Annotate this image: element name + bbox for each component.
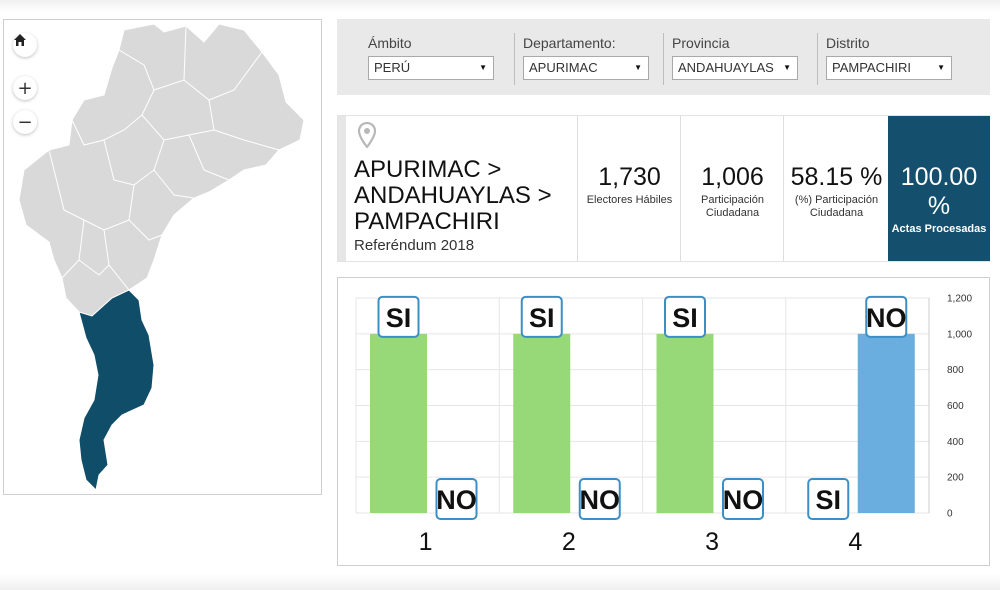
x-category-label: 3	[705, 528, 719, 556]
results-bar-chart: 02004006008001,0001,200SINO1SINO2SINO3SI…	[355, 294, 972, 556]
filter-label: Departamento:	[523, 35, 616, 51]
bar-si[interactable]	[370, 333, 427, 513]
district-map[interactable]	[4, 20, 321, 494]
bottom-shadow-band	[0, 574, 1000, 590]
filter-provincia: Provincia ANDAHUAYLAS ▼	[663, 33, 798, 85]
stat-label-line-2: Ciudadana	[809, 207, 864, 219]
filter-label: Distrito	[826, 35, 870, 51]
zoom-out-button[interactable]: −	[13, 110, 37, 134]
stat-label: Electores Hábiles	[586, 194, 673, 206]
y-tick-label: 600	[947, 401, 964, 412]
x-category-label: 4	[848, 528, 862, 556]
stat-label-line-1: (%) Participación	[794, 194, 879, 206]
minus-icon: −	[17, 111, 33, 133]
option-badge-label: NO	[723, 485, 764, 515]
dropdown-caret-icon: ▼	[634, 63, 642, 72]
y-tick-label: 1,200	[947, 294, 972, 305]
select-value: PAMPACHIRI	[832, 60, 911, 75]
stat-label-line-2: Ciudadana	[705, 207, 760, 219]
y-tick-label: 0	[947, 509, 953, 520]
provincia-select[interactable]: ANDAHUAYLAS ▼	[672, 56, 798, 80]
map-panel[interactable]: + −	[3, 19, 322, 495]
y-tick-label: 200	[947, 473, 964, 484]
select-value: APURIMAC	[529, 60, 598, 75]
filter-label: Provincia	[672, 35, 730, 51]
y-tick-label: 400	[947, 437, 964, 448]
dropdown-caret-icon: ▼	[783, 63, 791, 72]
option-badge-label: SI	[529, 303, 555, 333]
home-button[interactable]	[13, 33, 37, 57]
stat-value: 1,730	[598, 163, 661, 191]
filter-departamento: Departamento: APURIMAC ▼	[514, 33, 649, 85]
dropdown-caret-icon: ▼	[479, 63, 487, 72]
dropdown-caret-icon: ▼	[937, 63, 945, 72]
bar-si[interactable]	[656, 333, 714, 513]
x-category-label: 1	[419, 528, 433, 556]
plus-icon: +	[17, 77, 33, 99]
stat-label-line-1: Participación	[701, 194, 764, 206]
stat-electores-habiles: 1,730 Electores Hábiles	[577, 116, 681, 261]
y-tick-label: 800	[947, 365, 964, 376]
map-region-selected-district[interactable]	[78, 289, 155, 492]
option-badge-label: NO	[866, 303, 907, 333]
stat-participacion: 1,006 Participación Ciudadana	[680, 116, 784, 261]
option-badge-label: SI	[815, 485, 841, 515]
stat-value: 100.00 %	[900, 163, 978, 220]
stat-porcentaje-participacion: 58.15 % (%) Participación Ciudadana	[783, 116, 889, 261]
filter-bar: Ámbito PERÚ ▼ Departamento: APURIMAC ▼ P…	[337, 19, 990, 95]
filter-distrito: Distrito PAMPACHIRI ▼	[817, 33, 952, 85]
bar-no[interactable]	[857, 333, 915, 513]
election-subtitle: Referéndum 2018	[354, 237, 475, 254]
distrito-select[interactable]: PAMPACHIRI ▼	[826, 56, 952, 80]
location-level-2: ANDAHUAYLAS >	[354, 182, 552, 209]
filter-label: Ámbito	[368, 35, 412, 51]
filter-ambito: Ámbito PERÚ ▼	[368, 33, 494, 85]
departamento-select[interactable]: APURIMAC ▼	[523, 56, 649, 80]
stat-actas-procesadas: 100.00 % Actas Procesadas	[888, 116, 990, 261]
map-pin-icon	[358, 122, 376, 148]
option-badge-label: NO	[580, 485, 621, 515]
bar-si[interactable]	[513, 333, 571, 513]
option-badge-label: SI	[672, 303, 698, 333]
stat-label: Actas Procesadas	[891, 223, 987, 235]
top-shadow-band	[0, 0, 1000, 12]
map-region-province[interactable]	[18, 23, 305, 317]
x-category-label: 2	[562, 528, 576, 556]
home-icon	[14, 34, 26, 46]
option-badge-label: SI	[386, 303, 412, 333]
results-chart-panel: 0 200 400 600 800 1,000 1,200 SI NO 1 SI NO 2 SI NO 3 SI…	[337, 277, 990, 566]
location-level-3: PAMPACHIRI	[354, 208, 500, 235]
ambito-select[interactable]: PERÚ ▼	[368, 56, 494, 80]
y-tick-label: 1,000	[947, 329, 972, 340]
summary-strip: APURIMAC > ANDAHUAYLAS > PAMPACHIRI Refe…	[337, 115, 990, 262]
accent-bar	[338, 116, 346, 261]
location-level-1: APURIMAC >	[354, 156, 502, 183]
option-badge-label: NO	[436, 485, 477, 515]
zoom-in-button[interactable]: +	[13, 76, 37, 100]
select-value: PERÚ	[374, 60, 411, 75]
select-value: ANDAHUAYLAS	[678, 60, 774, 75]
stat-value: 58.15 %	[790, 163, 883, 191]
stat-value: 1,006	[701, 163, 764, 191]
